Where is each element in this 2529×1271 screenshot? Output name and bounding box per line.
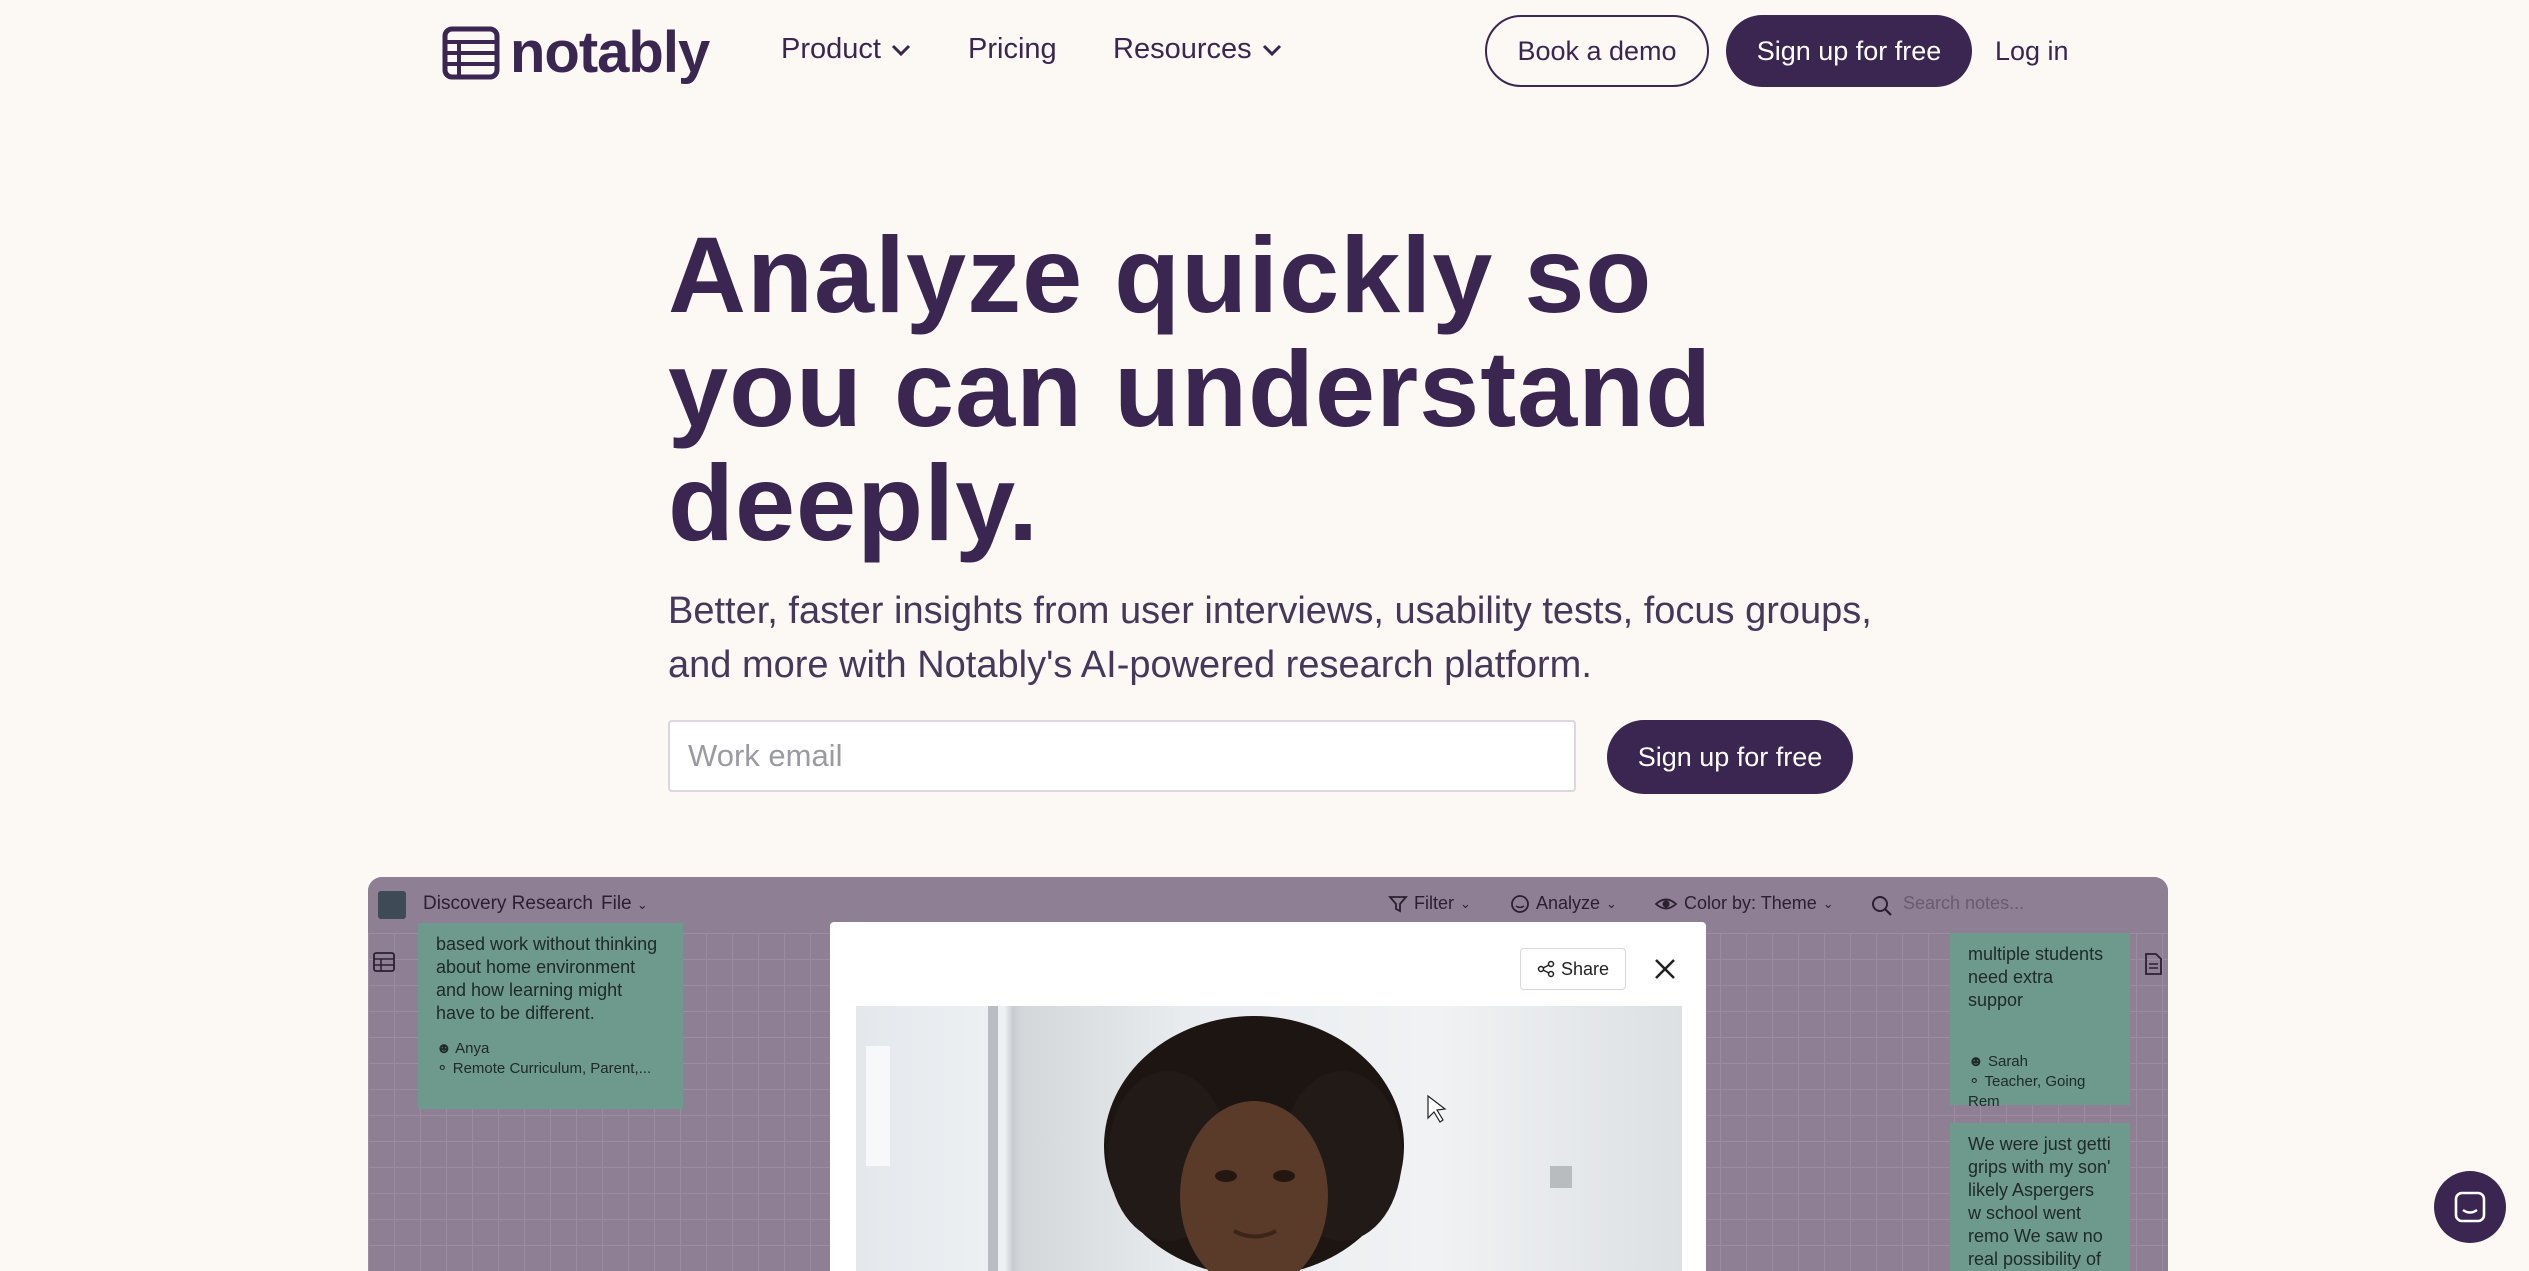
top-nav: notably Product Pricing Resources Book a… bbox=[0, 0, 2529, 106]
hero-subtitle: Better, faster insights from user interv… bbox=[668, 590, 1872, 686]
filter-menu[interactable]: Filter ⌄ bbox=[1388, 893, 1471, 914]
nav-product[interactable]: Product bbox=[781, 33, 911, 66]
color-by-label: Color by: Theme bbox=[1684, 893, 1817, 913]
chevron-down-icon: ⌄ bbox=[1460, 895, 1471, 911]
note-tags: Remote Curriculum, Parent,... bbox=[452, 1060, 652, 1077]
note-card[interactable]: multiple students need extra suppor ☻ Sa… bbox=[1950, 933, 2130, 1110]
project-title[interactable]: Discovery Research bbox=[423, 893, 593, 915]
interview-video[interactable] bbox=[856, 1006, 1682, 1271]
analyze-label: Analyze bbox=[1536, 893, 1601, 913]
nav-product-label: Product bbox=[781, 33, 881, 65]
nav-signup-button[interactable]: Sign up for free bbox=[1726, 15, 1972, 87]
table-icon[interactable] bbox=[373, 951, 395, 973]
project-thumbnail bbox=[378, 891, 406, 919]
file-menu[interactable]: File ⌄ bbox=[601, 893, 648, 915]
analyze-menu[interactable]: Analyze ⌄ bbox=[1510, 893, 1617, 914]
filter-icon bbox=[1388, 895, 1408, 912]
note-text: multiple students need extra suppor bbox=[1968, 944, 2104, 1010]
hero-title-line-1: Analyze quickly so bbox=[668, 214, 1653, 335]
share-label: Share bbox=[1560, 958, 1610, 979]
tag-icon: ⚬ bbox=[1968, 1073, 1981, 1090]
color-by-menu[interactable]: Color by: Theme ⌄ bbox=[1654, 893, 1834, 914]
book-demo-button[interactable]: Book a demo bbox=[1485, 15, 1709, 87]
smile-icon bbox=[1511, 894, 1529, 913]
chevron-down-icon bbox=[1262, 44, 1281, 56]
note-author-row: ☻ Anya ⚬ Remote Curriculum, Parent,... bbox=[436, 1039, 665, 1079]
note-author: Sarah bbox=[1987, 1053, 2028, 1070]
file-menu-label: File bbox=[601, 893, 632, 914]
note-card[interactable]: We were just getti grips with my son' li… bbox=[1950, 1123, 2130, 1271]
login-link[interactable]: Log in bbox=[1995, 36, 2069, 67]
note-tags: Teacher, Going Rem bbox=[1968, 1073, 2086, 1110]
note-card[interactable]: based work without thinking about home e… bbox=[418, 923, 683, 1109]
chevron-down-icon bbox=[891, 44, 911, 56]
nav-resources[interactable]: Resources bbox=[1113, 33, 1282, 66]
logo[interactable]: notably bbox=[442, 20, 710, 85]
search-notes-input[interactable]: Search notes... bbox=[1903, 893, 2024, 914]
nav-pricing[interactable]: Pricing bbox=[968, 33, 1057, 66]
chevron-down-icon: ⌄ bbox=[1606, 895, 1617, 911]
close-icon[interactable] bbox=[1652, 956, 1678, 982]
note-text: We were just getti grips with my son' li… bbox=[1968, 1134, 2111, 1269]
hero-title-line-3: deeply. bbox=[668, 442, 1040, 563]
chevron-down-icon: ⌄ bbox=[1822, 895, 1834, 911]
eye-icon bbox=[1654, 898, 1678, 909]
work-email-input[interactable] bbox=[668, 720, 1576, 792]
hero-title: Analyze quickly so you can understand de… bbox=[668, 218, 1868, 560]
note-text: based work without thinking about home e… bbox=[436, 934, 658, 1023]
video-frame-person bbox=[866, 1006, 1572, 1271]
person-icon: ☻ bbox=[436, 1040, 452, 1057]
note-author: Anya bbox=[455, 1040, 490, 1057]
nav-pricing-label: Pricing bbox=[968, 33, 1057, 65]
note-author-row: ☻ Sarah ⚬ Teacher, Going Rem bbox=[1968, 1052, 2112, 1112]
tag-icon: ⚬ bbox=[436, 1060, 449, 1077]
chevron-down-icon: ⌄ bbox=[636, 897, 648, 912]
notebook-logo-icon bbox=[442, 26, 500, 80]
person-icon: ☻ bbox=[1968, 1053, 1984, 1070]
logo-text: notably bbox=[510, 20, 710, 85]
document-icon[interactable] bbox=[2142, 953, 2164, 975]
share-icon bbox=[1537, 960, 1555, 978]
chat-icon bbox=[2454, 1191, 2486, 1223]
nav-resources-label: Resources bbox=[1113, 33, 1252, 65]
hero-signup-button[interactable]: Sign up for free bbox=[1607, 720, 1853, 794]
hero-title-line-2: you can understand bbox=[668, 328, 1713, 449]
search-icon bbox=[1872, 896, 1892, 916]
filter-label: Filter bbox=[1414, 893, 1454, 913]
chat-support-button[interactable] bbox=[2434, 1171, 2506, 1243]
share-button[interactable]: Share bbox=[1520, 948, 1626, 990]
